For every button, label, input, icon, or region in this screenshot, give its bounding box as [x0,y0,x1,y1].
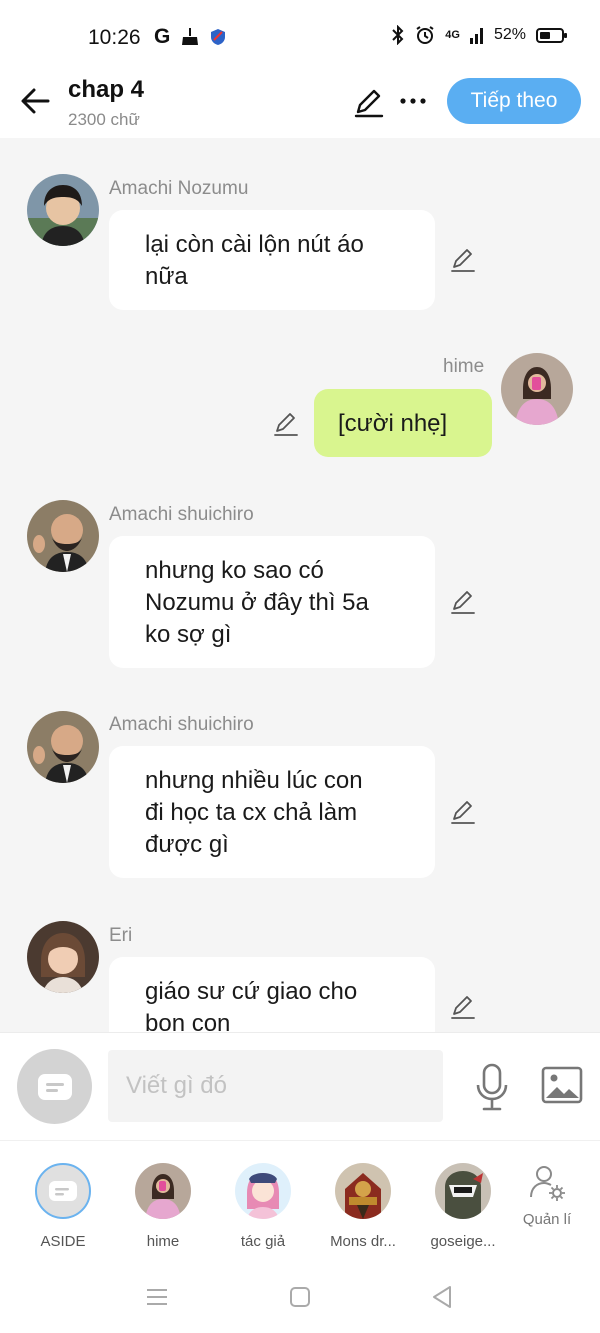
chapter-header: chap 4 2300 chữ Tiếp theo [0,72,600,138]
edit-message-icon[interactable] [272,410,300,438]
battery-percent: 52% [493,26,526,43]
microphone-icon[interactable] [474,1063,510,1111]
character-label: Mons dr... [330,1233,396,1250]
avatar[interactable] [501,353,573,425]
message-line: nhưng nhiều lúc con [145,767,363,794]
message-line: giáo sư cứ giao cho [145,978,358,1005]
character-label: Quản lí [522,1211,572,1228]
menu-icon[interactable] [144,1284,170,1310]
aside-toggle-button[interactable] [17,1049,92,1124]
image-upload-icon[interactable] [541,1066,583,1104]
message-line: [cười nhẹ] [338,410,448,437]
message-line: nữa [145,263,188,290]
character-goseige[interactable]: goseige... [418,1163,508,1250]
message-input[interactable] [108,1050,443,1122]
google-icon: G [154,25,171,48]
character-author[interactable]: tác giả [218,1163,308,1250]
back-nav-icon[interactable] [429,1284,455,1310]
avatar[interactable] [27,174,99,246]
character-hime[interactable]: hime [118,1163,208,1250]
sender-name: Amachi Nozumu [109,178,249,199]
home-icon[interactable] [287,1284,313,1310]
avatar [235,1163,291,1219]
message-line: Nozumu ở đây thì 5a [145,589,369,616]
broom-icon [182,28,199,45]
next-chapter-button[interactable]: Tiếp theo [447,78,581,124]
avatar[interactable] [27,921,99,993]
character-label: goseige... [430,1233,496,1250]
avatar[interactable] [27,500,99,572]
manage-characters-button[interactable]: Quản lí [502,1163,592,1228]
character-label: hime [146,1233,180,1250]
more-options-icon[interactable] [398,86,428,116]
sender-name: Amachi shuichiro [109,714,254,735]
message-line: nhưng ko sao có [145,557,324,584]
message-bubble[interactable]: giáo sư cứ giao cho bọn con [109,957,435,1032]
edit-pencil-icon[interactable] [352,86,386,120]
sender-name: hime [443,356,485,377]
sender-name: Amachi shuichiro [109,504,254,525]
character-mons[interactable]: Mons dr... [318,1163,408,1250]
message-line: lại còn cài lộn nút áo [145,231,364,258]
shield-app-icon [211,29,226,45]
status-time: 10:26 [88,26,141,49]
avatar [335,1163,391,1219]
aside-avatar [35,1163,91,1219]
chat-thread[interactable]: Amachi Nozumu lại còn cài lộn nút áo nữa… [0,138,600,1032]
message-line: được gì [145,831,229,858]
edit-message-icon[interactable] [449,588,477,616]
message-bubble[interactable]: [cười nhẹ] [314,389,492,457]
message-bubble[interactable]: nhưng ko sao có Nozumu ở đây thì 5a ko s… [109,536,435,668]
bluetooth-icon [392,25,404,45]
character-aside[interactable]: ASIDE [18,1163,108,1250]
system-nav-bar [0,1264,600,1333]
aside-icon [37,1073,72,1100]
network-indicator: 4G [445,29,460,41]
back-arrow-icon[interactable] [18,84,52,118]
status-bar: 10:26 G 4G 52% [0,0,600,72]
message-bubble[interactable]: nhưng nhiều lúc con đi học ta cx chả làm… [109,746,435,878]
compose-bar [0,1032,600,1140]
word-count: 2300 chữ [68,110,140,129]
battery-icon [536,27,567,43]
avatar [435,1163,491,1219]
character-label: tác giả [240,1233,286,1250]
character-label: ASIDE [40,1233,86,1250]
chapter-title: chap 4 [68,76,145,103]
edit-message-icon[interactable] [449,246,477,274]
edit-message-icon[interactable] [449,798,477,826]
manage-users-icon [530,1166,565,1201]
sender-name: Eri [109,925,133,946]
message-line: đi học ta cx chả làm [145,799,358,826]
message-line: ko sợ gì [145,621,232,648]
alarm-icon [416,26,434,44]
avatar[interactable] [27,711,99,783]
signal-icon [469,28,483,44]
message-line: bọn con [145,1010,231,1032]
message-bubble[interactable]: lại còn cài lộn nút áo nữa [109,210,435,310]
edit-message-icon[interactable] [449,993,477,1021]
avatar [135,1163,191,1219]
character-selector: ASIDE hime tác giả Mons dr... goseige...… [0,1140,600,1264]
